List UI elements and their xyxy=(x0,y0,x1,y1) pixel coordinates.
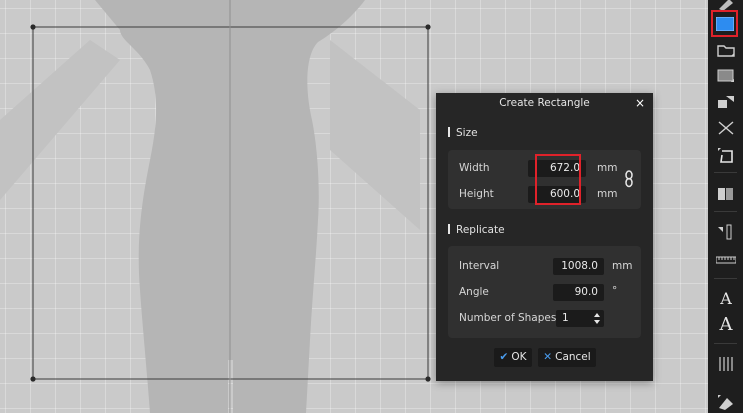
fill-tool-icon[interactable] xyxy=(715,392,737,412)
text-style-tool-icon[interactable]: A xyxy=(715,314,737,335)
ruler-horizontal-icon[interactable] xyxy=(715,249,737,269)
ok-button[interactable]: ✔ OK xyxy=(494,348,532,367)
stepper-arrows-icon[interactable] xyxy=(594,313,600,324)
size-group: Width 672.0 mm Height 600.0 mm xyxy=(448,150,641,209)
section-marker xyxy=(448,224,450,234)
rectangle-tool-button[interactable] xyxy=(711,10,738,37)
replicate-section-heading: Replicate xyxy=(448,223,505,237)
ok-label: OK xyxy=(511,351,527,363)
angle-field[interactable]: 90.0 xyxy=(553,284,604,301)
cancel-button[interactable]: ✕ Cancel xyxy=(538,348,596,367)
cancel-label: Cancel xyxy=(555,351,591,363)
link-icon[interactable] xyxy=(624,170,634,191)
replicate-group: Interval 1008.0 mm Angle 90.0 ° Number o… xyxy=(448,246,641,338)
height-unit: mm xyxy=(597,188,618,200)
book-tool-icon[interactable] xyxy=(715,184,737,204)
width-label: Width xyxy=(459,162,490,174)
shapes-tool-icon[interactable] xyxy=(715,92,737,112)
check-icon: ✔ xyxy=(499,351,509,363)
canvas-shadow-right xyxy=(330,40,420,230)
corner-handle-tl[interactable] xyxy=(30,24,36,30)
close-icon[interactable]: × xyxy=(633,95,647,111)
interval-unit: mm xyxy=(612,260,633,272)
angle-label: Angle xyxy=(459,286,489,298)
replicate-heading-text: Replicate xyxy=(456,224,505,236)
height-field[interactable]: 600.0 xyxy=(528,186,586,203)
transform-tool-icon[interactable] xyxy=(715,145,737,165)
number-of-shapes-label: Number of Shapes xyxy=(459,312,557,324)
size-heading-text: Size xyxy=(456,127,478,139)
close-x-icon: ✕ xyxy=(543,351,553,363)
texture-tool-icon[interactable] xyxy=(715,66,737,86)
folder-tool-icon[interactable] xyxy=(715,40,737,60)
create-rectangle-dialog: Create Rectangle × Size Width 672.0 mm H… xyxy=(436,93,653,381)
tool-panel: A A xyxy=(708,0,743,413)
number-of-shapes-stepper[interactable]: 1 xyxy=(556,310,604,327)
size-section-heading: Size xyxy=(448,126,478,140)
height-label: Height xyxy=(459,188,494,200)
corner-handle-bl[interactable] xyxy=(30,376,36,382)
interval-field[interactable]: 1008.0 xyxy=(553,258,604,275)
grid-columns-icon[interactable] xyxy=(715,354,737,374)
scissors-tool-icon[interactable] xyxy=(715,118,737,138)
number-of-shapes-value: 1 xyxy=(562,312,569,324)
corner-handle-tr[interactable] xyxy=(425,24,431,30)
canvas-shadow-left xyxy=(0,40,120,200)
rectangle-tool-icon xyxy=(715,16,734,31)
width-field[interactable]: 672.0 xyxy=(528,160,586,177)
text-tool-icon[interactable]: A xyxy=(715,288,737,308)
section-marker xyxy=(448,127,450,137)
interval-label: Interval xyxy=(459,260,500,272)
width-unit: mm xyxy=(597,162,618,174)
angle-unit: ° xyxy=(612,285,618,297)
corner-handle-br[interactable] xyxy=(425,376,431,382)
ruler-vertical-icon[interactable] xyxy=(715,222,737,242)
dialog-title: Create Rectangle xyxy=(499,97,590,109)
